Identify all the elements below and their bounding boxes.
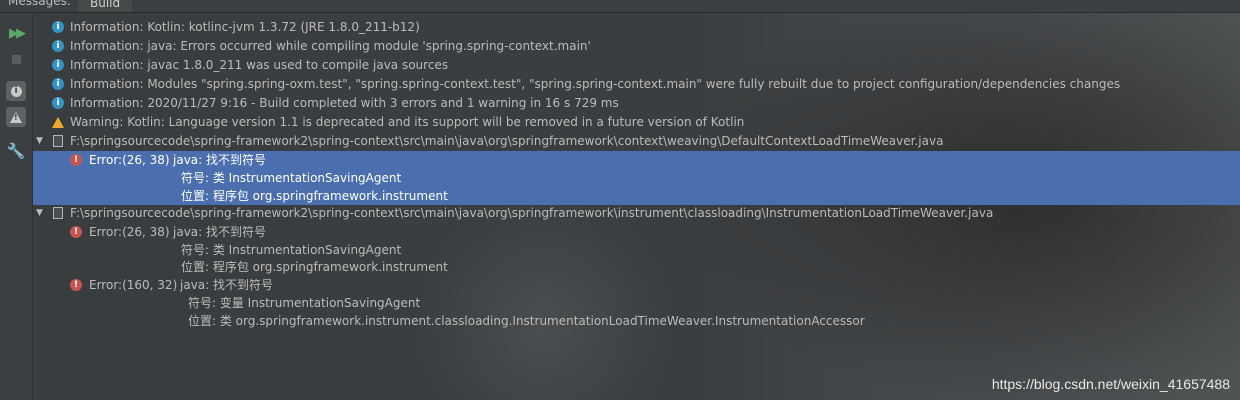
error-detail: 符号: 类 InstrumentationSavingAgent [33,169,1240,187]
list-item[interactable]: i Information: javac 1.8.0_211 was used … [33,56,1240,74]
error-icon: ! [70,154,82,166]
warning-icon[interactable] [6,107,26,127]
stop-icon[interactable] [6,49,26,69]
message-text: Information: Kotlin: kotlinc-jvm 1.3.72 … [70,20,420,34]
file-node[interactable]: ▼ F:\springsourcecode\spring-framework2\… [33,132,1240,150]
message-text: Information: java: Errors occurred while… [70,39,591,53]
info-icon: i [52,21,64,33]
wrench-icon[interactable]: 🔧 [6,141,26,161]
error-detail: 符号: 变量 InstrumentationSavingAgent [33,294,1240,312]
info-icon: i [52,97,64,109]
file-path: F:\springsourcecode\spring-framework2\sp… [70,134,944,148]
error-item[interactable]: ! Error:(26, 38) java: 找不到符号 [33,151,1240,169]
message-text: Information: javac 1.8.0_211 was used to… [70,58,449,72]
error-symbol: 符号: 类 InstrumentationSavingAgent [181,171,402,185]
error-position: 位置: 类 org.springframework.instrument.cla… [188,314,865,328]
list-item[interactable]: Warning: Kotlin: Language version 1.1 is… [33,113,1240,131]
warning-icon [52,117,64,128]
error-detail: 位置: 程序包 org.springframework.instrument [33,258,1240,276]
expand-arrow-icon[interactable]: ▼ [36,132,43,150]
file-icon [53,207,63,219]
tab-build[interactable]: Build [78,0,133,12]
message-text: Warning: Kotlin: Language version 1.1 is… [70,115,745,129]
error-message: java: 找不到符号 [173,225,267,239]
tool-window-header: Messages: Build [0,0,1240,13]
messages-tree: i Information: Kotlin: kotlinc-jvm 1.3.7… [33,13,1240,400]
error-item[interactable]: ! Error:(160, 32) java: 找不到符号 [33,276,1240,294]
error-message: java: 找不到符号 [173,153,267,167]
error-position: 位置: 程序包 org.springframework.instrument [181,189,448,203]
list-item[interactable]: i Information: Modules "spring.spring-ox… [33,75,1240,93]
info-icon: i [52,78,64,90]
error-detail: 符号: 类 InstrumentationSavingAgent [33,241,1240,259]
info-icon[interactable]: i [6,81,26,101]
file-path: F:\springsourcecode\spring-framework2\sp… [70,206,994,220]
message-text: Information: 2020/11/27 9:16 - Build com… [70,96,619,110]
file-node[interactable]: ▼ F:\springsourcecode\spring-framework2\… [33,204,1240,222]
file-icon [53,135,63,147]
rerun-icon[interactable]: ▶▶ [6,23,26,43]
error-position: 位置: 程序包 org.springframework.instrument [181,260,448,274]
info-icon: i [52,40,64,52]
error-icon: ! [70,226,82,238]
error-icon: ! [70,279,82,291]
error-detail: 位置: 程序包 org.springframework.instrument [33,187,1240,205]
message-text: Information: Modules "spring.spring-oxm.… [70,77,1121,91]
error-location: Error:(160, 32) [89,278,178,292]
error-symbol: 符号: 变量 InstrumentationSavingAgent [188,296,421,310]
expand-arrow-icon[interactable]: ▼ [36,204,43,222]
error-item[interactable]: ! Error:(26, 38) java: 找不到符号 [33,223,1240,241]
error-location: Error:(26, 38) [89,225,170,239]
list-item[interactable]: i Information: Kotlin: kotlinc-jvm 1.3.7… [33,18,1240,36]
messages-label: Messages: [8,0,71,8]
error-location: Error:(26, 38) [89,153,170,167]
error-message: java: 找不到符号 [180,278,274,292]
watermark: https://blog.csdn.net/weixin_41657488 [991,376,1230,392]
error-symbol: 符号: 类 InstrumentationSavingAgent [181,243,402,257]
left-toolbar: ▶▶ i 🔧 [0,13,33,400]
list-item[interactable]: i Information: java: Errors occurred whi… [33,37,1240,55]
info-icon: i [52,59,64,71]
error-detail: 位置: 类 org.springframework.instrument.cla… [33,312,1240,330]
list-item[interactable]: i Information: 2020/11/27 9:16 - Build c… [33,94,1240,112]
